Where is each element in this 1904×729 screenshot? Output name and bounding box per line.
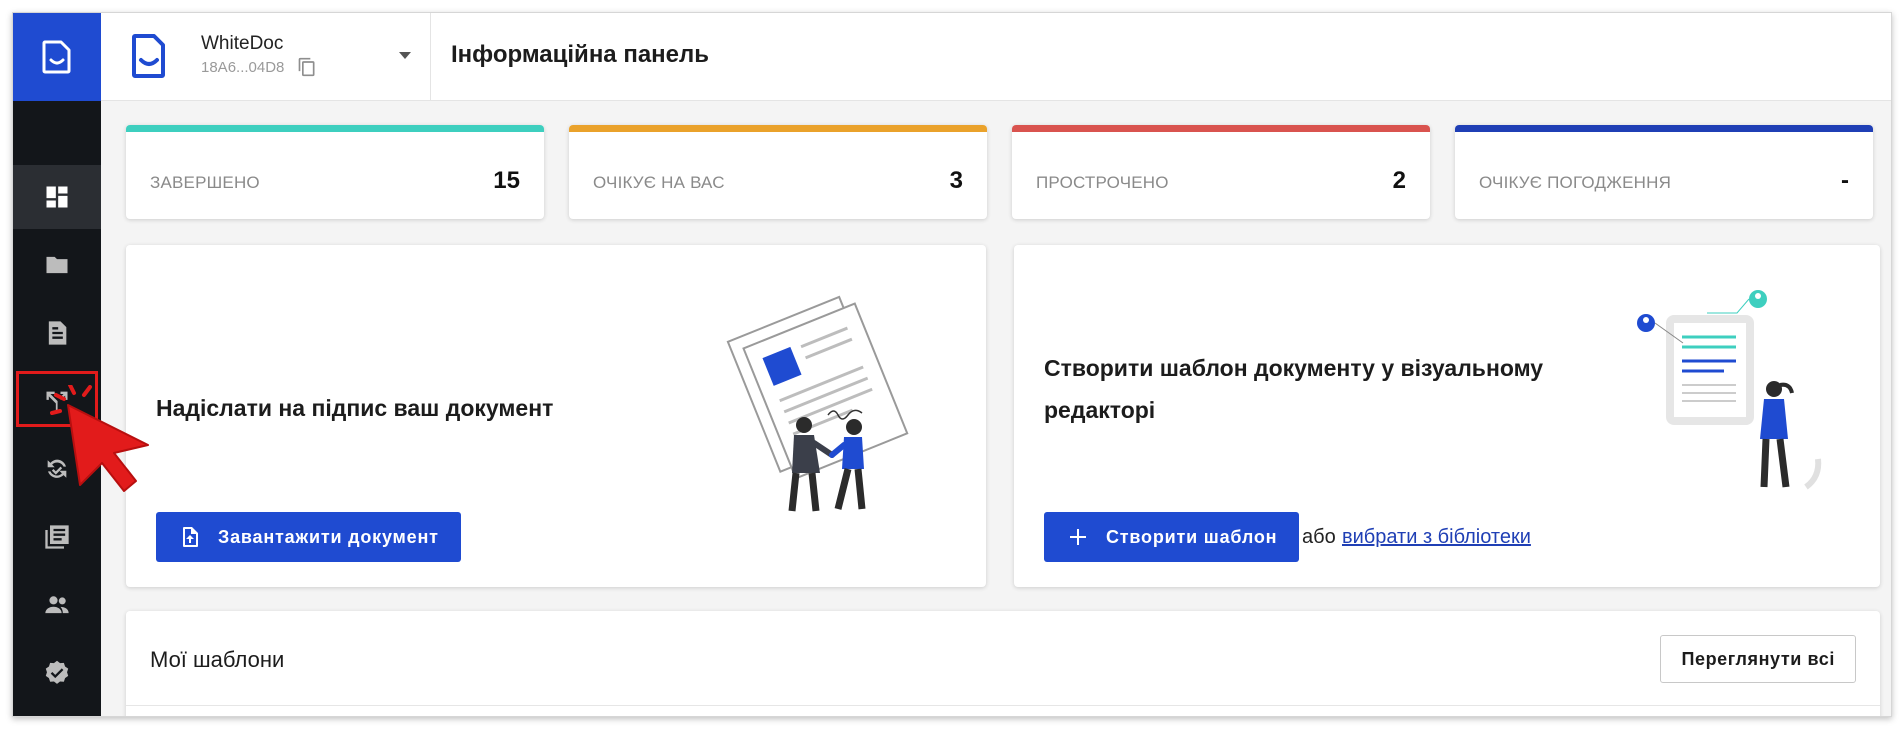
handshake-illustration [726, 295, 909, 512]
template-card-title-line1: Створити шаблон документу у візуальному [1044, 355, 1544, 381]
create-template-card: Створити шаблон документу у візуальному … [1014, 245, 1880, 587]
sidebar [13, 13, 101, 716]
document-icon [48, 321, 67, 345]
people-icon [45, 596, 69, 614]
organization-switcher[interactable]: WhiteDoc 18A6...04D8 [101, 13, 431, 101]
stat-value: 15 [493, 167, 520, 194]
org-name: WhiteDoc [201, 33, 284, 54]
view-all-button[interactable]: Переглянути всі [1660, 635, 1856, 683]
stat-label: ПРОСТРОЧЕНО [1036, 173, 1169, 192]
sidebar-item-library[interactable] [13, 505, 101, 569]
send-card-title: Надіслати на підпис ваш документ [156, 395, 554, 421]
top-bar: WhiteDoc 18A6...04D8 Інформаційна панель [101, 13, 1891, 101]
sidebar-item-documents[interactable] [13, 301, 101, 365]
stat-card-completed[interactable]: ЗАВЕРШЕНО 15 [126, 125, 544, 219]
library-icon [45, 525, 69, 549]
upload-document-label: Завантажити документ [218, 526, 439, 547]
template-editor-illustration [1637, 290, 1822, 490]
stat-accent-bar [1455, 125, 1873, 132]
plus-icon [1070, 529, 1086, 545]
app-window: WhiteDoc 18A6...04D8 Інформаційна панель… [12, 12, 1892, 717]
stat-label: ОЧІКУЄ НА ВАС [593, 173, 725, 192]
sidebar-item-folders[interactable] [13, 233, 101, 297]
my-templates-panel: Мої шаблони Переглянути всі [126, 611, 1880, 716]
dashboard-icon [46, 186, 68, 208]
sidebar-item-dashboard[interactable] [13, 165, 101, 229]
stat-accent-bar [126, 125, 544, 132]
create-template-label: Створити шаблон [1106, 526, 1278, 547]
stat-value: 3 [949, 167, 963, 194]
sidebar-item-verification[interactable] [13, 641, 101, 705]
my-templates-title: Мої шаблони [150, 647, 285, 672]
verified-badge-icon [45, 660, 69, 684]
stat-card-awaiting-you[interactable]: ОЧІКУЄ НА ВАС 3 [569, 125, 987, 219]
create-template-button[interactable]: Створити шаблон [1044, 512, 1300, 562]
or-text: або [1302, 526, 1336, 548]
app-logo[interactable] [13, 13, 101, 101]
stat-value: - [1841, 167, 1849, 194]
upload-document-button[interactable]: Завантажити документ [156, 512, 461, 562]
upload-file-icon [183, 527, 198, 547]
stat-accent-bar [569, 125, 987, 132]
page-title: Інформаційна панель [451, 41, 710, 68]
template-card-title-line2: редакторі [1044, 397, 1156, 423]
send-document-card: Надіслати на підпис ваш документ Заванта… [126, 245, 986, 587]
chevron-down-icon[interactable] [397, 49, 413, 61]
folder-icon [46, 256, 68, 274]
divider [126, 705, 1880, 706]
sidebar-item-users[interactable] [13, 573, 101, 637]
copy-icon[interactable] [297, 57, 317, 77]
choose-from-library-link[interactable]: вибрати з бібліотеки [1342, 526, 1531, 549]
pointer-cursor-icon [50, 385, 149, 492]
stat-accent-bar [1012, 125, 1430, 132]
stat-card-awaiting-approval[interactable]: ОЧІКУЄ ПОГОДЖЕННЯ - [1455, 125, 1873, 219]
stat-label: ОЧІКУЄ ПОГОДЖЕННЯ [1479, 173, 1672, 192]
whitedoc-logo-icon [132, 34, 165, 78]
stat-card-overdue[interactable]: ПРОСТРОЧЕНО 2 [1012, 125, 1430, 219]
org-id: 18A6...04D8 [201, 59, 285, 76]
stat-value: 2 [1392, 167, 1406, 194]
stat-label: ЗАВЕРШЕНО [150, 173, 260, 192]
whitedoc-logo-icon [42, 40, 71, 74]
